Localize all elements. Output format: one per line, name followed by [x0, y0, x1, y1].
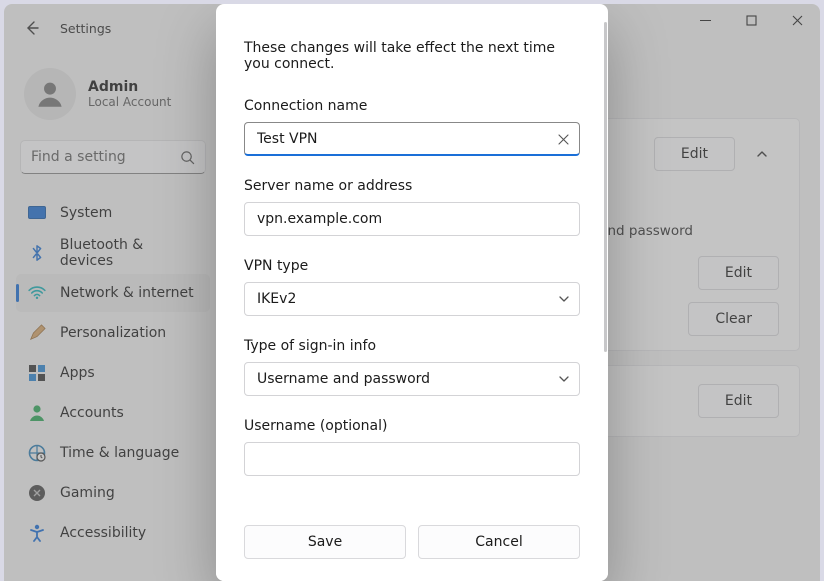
connection-name-input[interactable] — [244, 122, 580, 156]
field-signin-type: Type of sign-in info Username and passwo… — [244, 338, 580, 396]
username-input[interactable] — [244, 442, 580, 476]
clear-input-button[interactable] — [554, 130, 572, 148]
field-server: Server name or address — [244, 178, 580, 236]
vpn-type-select[interactable]: IKEv2 — [244, 282, 580, 316]
connection-name-label: Connection name — [244, 98, 580, 114]
field-username: Username (optional) — [244, 418, 580, 476]
field-connection-name: Connection name — [244, 98, 580, 156]
signin-type-value: Username and password — [257, 371, 430, 387]
x-icon — [558, 134, 569, 145]
dialog-scrollbar[interactable] — [604, 22, 607, 352]
dialog-body: These changes will take effect the next … — [216, 4, 608, 511]
dialog-notice: These changes will take effect the next … — [244, 40, 580, 72]
vpn-type-value: IKEv2 — [257, 291, 296, 307]
server-input[interactable] — [244, 202, 580, 236]
dialog-footer: Save Cancel — [216, 511, 608, 581]
username-label: Username (optional) — [244, 418, 580, 434]
server-label: Server name or address — [244, 178, 580, 194]
edit-vpn-dialog: These changes will take effect the next … — [216, 4, 608, 581]
signin-type-label: Type of sign-in info — [244, 338, 580, 354]
settings-window: Settings Admin Local Account Find a sett… — [4, 4, 820, 581]
save-button[interactable]: Save — [244, 525, 406, 559]
cancel-button[interactable]: Cancel — [418, 525, 580, 559]
signin-type-select[interactable]: Username and password — [244, 362, 580, 396]
vpn-type-label: VPN type — [244, 258, 580, 274]
field-vpn-type: VPN type IKEv2 — [244, 258, 580, 316]
